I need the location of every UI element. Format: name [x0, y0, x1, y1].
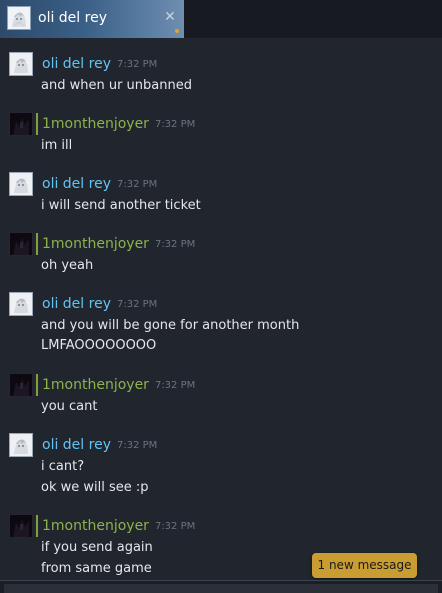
anime-avatar-icon [10, 434, 32, 456]
tab-title: oli del rey [38, 10, 107, 26]
online-status-bar [36, 113, 38, 135]
tab-avatar [7, 6, 31, 30]
chat-tab-bar: oli del rey ✕ [0, 0, 442, 38]
dark-avatar-icon [10, 113, 32, 135]
sender-name[interactable]: oli del rey 7:32 PM [42, 55, 157, 74]
sender-name-text: oli del rey [42, 176, 111, 192]
timestamp: 7:32 PM [154, 239, 196, 250]
timestamp: 7:32 PM [154, 521, 196, 532]
anime-avatar-icon [10, 293, 32, 315]
avatar[interactable] [9, 514, 33, 538]
new-message-button[interactable]: 1 new message [312, 553, 417, 578]
chat-tab-oli-del-rey[interactable]: oli del rey ✕ [0, 0, 184, 38]
message-text: you cant [41, 399, 98, 414]
message-text: LMFAOOOOOOOO [41, 338, 157, 353]
timestamp: 7:32 PM [116, 440, 158, 451]
anime-avatar-icon [8, 7, 30, 29]
sender-name[interactable]: 1monthenjoyer 7:32 PM [42, 517, 195, 536]
timestamp: 7:32 PM [154, 119, 196, 130]
avatar[interactable] [9, 373, 33, 397]
message-text: and when ur unbanned [41, 78, 192, 93]
sender-name[interactable]: 1monthenjoyer 7:32 PM [42, 115, 195, 134]
sender-name[interactable]: oli del rey 7:32 PM [42, 175, 157, 194]
chat-log[interactable]: oli del rey 7:32 PM and when ur unbanned … [0, 38, 442, 580]
avatar[interactable] [9, 52, 33, 76]
message-text: from same game [41, 561, 152, 576]
online-status-bar [36, 233, 38, 255]
message-text: and you will be gone for another month [41, 318, 300, 333]
sender-name-text: 1monthenjoyer [42, 116, 149, 132]
close-icon[interactable]: ✕ [162, 8, 178, 26]
message-input-area [0, 580, 442, 593]
avatar[interactable] [9, 172, 33, 196]
anime-avatar-icon [10, 173, 32, 195]
timestamp: 7:32 PM [116, 59, 158, 70]
sender-name-text: 1monthenjoyer [42, 518, 149, 534]
online-status-bar [36, 374, 38, 396]
timestamp: 7:32 PM [116, 299, 158, 310]
chat-window: oli del rey ✕ oli del rey 7:32 PM and whe… [0, 0, 442, 593]
message-text: im ill [41, 138, 73, 153]
sender-name-text: oli del rey [42, 56, 111, 72]
anime-avatar-icon [10, 53, 32, 75]
sender-name-text: 1monthenjoyer [42, 377, 149, 393]
online-status-bar [36, 515, 38, 537]
avatar[interactable] [9, 232, 33, 256]
sender-name[interactable]: 1monthenjoyer 7:32 PM [42, 235, 195, 254]
timestamp: 7:32 PM [116, 179, 158, 190]
sender-name[interactable]: oli del rey 7:32 PM [42, 295, 157, 314]
message-text: ok we will see :p [41, 480, 149, 495]
sender-name[interactable]: 1monthenjoyer 7:32 PM [42, 376, 195, 395]
dark-avatar-icon [10, 515, 32, 537]
message-text: i will send another ticket [41, 198, 201, 213]
sender-name[interactable]: oli del rey 7:32 PM [42, 436, 157, 455]
sender-name-text: oli del rey [42, 437, 111, 453]
sender-name-text: 1monthenjoyer [42, 236, 149, 252]
avatar[interactable] [9, 433, 33, 457]
message-text: oh yeah [41, 258, 94, 273]
message-text: if you send again [41, 540, 153, 555]
avatar[interactable] [9, 112, 33, 136]
avatar[interactable] [9, 292, 33, 316]
unread-indicator [175, 29, 179, 33]
dark-avatar-icon [10, 233, 32, 255]
timestamp: 7:32 PM [154, 380, 196, 391]
sender-name-text: oli del rey [42, 296, 111, 312]
message-input[interactable] [4, 584, 438, 593]
dark-avatar-icon [10, 374, 32, 396]
message-text: i cant? [41, 459, 85, 474]
